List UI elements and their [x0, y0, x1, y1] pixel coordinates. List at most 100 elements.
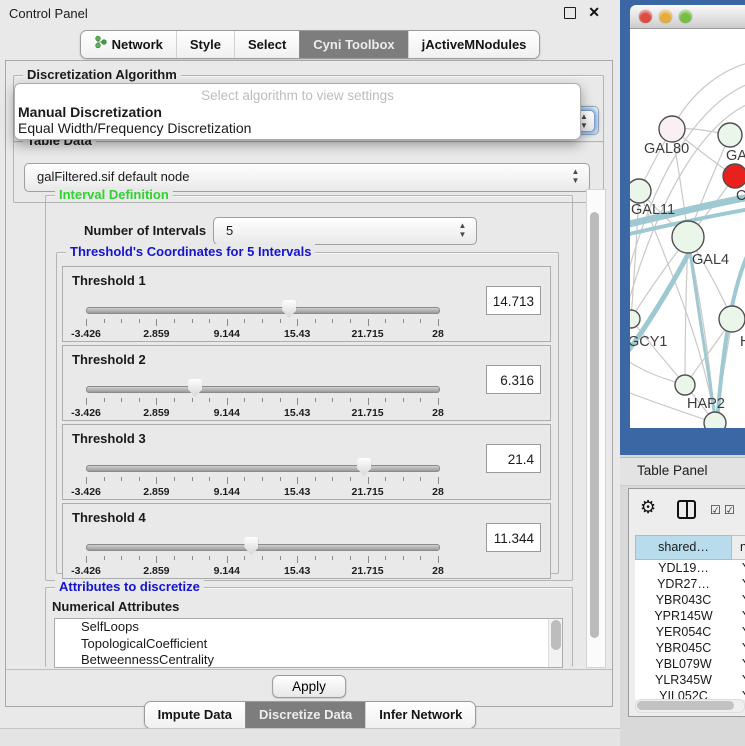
slider-tick-label: 21.715	[352, 486, 384, 498]
slider-track[interactable]	[86, 465, 440, 472]
column-header-shared-name[interactable]: shared…	[635, 535, 732, 560]
table-horizontal-scrollbar[interactable]	[635, 699, 745, 713]
table-row[interactable]: YBR045CYBR0	[635, 640, 745, 656]
attribute-item[interactable]: BetweennessCentrality	[55, 652, 562, 668]
tab-label: Infer Network	[379, 706, 462, 723]
gear-icon[interactable]: ⚙	[640, 497, 656, 518]
slider-tick	[315, 398, 316, 402]
table-row[interactable]: YBR043CYBR0	[635, 592, 745, 608]
slider-tick	[438, 319, 439, 326]
network-node[interactable]	[723, 164, 745, 188]
threshold-value-field[interactable]: 14.713	[486, 286, 541, 315]
network-node[interactable]	[659, 116, 685, 142]
cell-name: YDR2	[732, 576, 745, 592]
dropdown-option-manual[interactable]: Manual Discretization	[18, 104, 162, 120]
network-node[interactable]	[630, 179, 651, 203]
attribute-item[interactable]: SelfLoops	[55, 619, 562, 636]
network-window-titlebar	[630, 5, 745, 29]
slider-tick	[332, 556, 333, 560]
threshold-value-field[interactable]: 21.4	[486, 444, 541, 473]
node-label: GCY1	[630, 334, 668, 350]
tab-select[interactable]: Select	[234, 31, 299, 58]
top-tab-bar: NetworkStyleSelect Cyni Toolbox jActiveMNo…	[0, 30, 620, 59]
table-row[interactable]: YDL19…YDL1	[635, 560, 745, 576]
threshold-slider[interactable]: -3.4262.8599.14415.4321.71528	[86, 536, 438, 574]
float-icon[interactable]	[564, 7, 576, 19]
table-row[interactable]: YBL079WYBL0	[635, 656, 745, 672]
tab-network[interactable]: Network	[81, 31, 176, 58]
slider-tick	[350, 319, 351, 323]
table-row[interactable]: YDR27…YDR2	[635, 576, 745, 592]
apply-button[interactable]: Apply	[272, 675, 346, 698]
slider-tick	[209, 319, 210, 323]
threshold-value-field[interactable]: 11.344	[486, 523, 541, 552]
network-node[interactable]	[704, 412, 726, 428]
threshold-slider[interactable]: -3.4262.8599.14415.4321.71528	[86, 378, 438, 416]
tab-label: Cyni Toolbox	[313, 36, 394, 53]
slider-thumb[interactable]	[282, 300, 296, 318]
slider-tick-label: 28	[432, 407, 444, 419]
slider-track[interactable]	[86, 386, 440, 393]
node-label: GAL4	[692, 252, 729, 268]
slider-tick	[385, 398, 386, 402]
table-row[interactable]: YPR145WYPR1	[635, 608, 745, 624]
slider-tick	[244, 319, 245, 323]
slider-track[interactable]	[86, 544, 440, 551]
dropdown-prompt-item[interactable]: Select algorithm to view settings	[15, 88, 580, 103]
slider-tick-label: -3.426	[71, 407, 101, 419]
network-node[interactable]	[630, 310, 640, 328]
slider-tick	[104, 398, 105, 402]
minimize-traffic-light-icon[interactable]	[659, 10, 672, 23]
slider-tick	[139, 319, 140, 323]
num-intervals-combobox[interactable]: 5 ▲▼	[213, 217, 477, 245]
slider-thumb[interactable]	[357, 458, 371, 476]
slider-track[interactable]	[86, 307, 440, 314]
tab-cyni-toolbox[interactable]: Cyni Toolbox	[299, 31, 407, 58]
threshold-slider[interactable]: -3.4262.8599.14415.4321.71528	[86, 457, 438, 495]
group-title: Attributes to discretize	[55, 579, 204, 594]
threshold-slider[interactable]: -3.4262.8599.14415.4321.71528	[86, 299, 438, 337]
network-node[interactable]	[675, 375, 695, 395]
checkbox-icon[interactable]: ☑	[724, 503, 735, 517]
tab-style[interactable]: Style	[176, 31, 234, 58]
network-canvas[interactable]: GAL80GACGAL11GAL4GCY1HHAP2	[630, 29, 745, 428]
list-scrollbar[interactable]	[548, 619, 562, 667]
threshold-value-field[interactable]: 6.316	[486, 365, 541, 394]
tab-jactivemnodules[interactable]: jActiveMNodules	[408, 31, 540, 58]
network-node[interactable]	[718, 123, 742, 147]
group-title: Interval Definition	[55, 187, 173, 202]
attributes-list[interactable]: SelfLoopsTopologicalCoefficientBetweenne…	[54, 618, 563, 668]
network-view-window: GAL80GACGAL11GAL4GCY1HHAP2	[620, 0, 745, 455]
tab-infer-network[interactable]: Infer Network	[365, 702, 475, 728]
right-panel: GAL80GACGAL11GAL4GCY1HHAP2 Table Panel ⚙…	[620, 0, 745, 745]
column-header-name[interactable]: n	[732, 535, 745, 560]
scrollbar-thumb[interactable]	[637, 701, 734, 710]
network-node[interactable]	[672, 221, 704, 253]
network-node[interactable]	[719, 306, 745, 332]
attribute-item[interactable]: TopologicalCoefficient	[55, 636, 562, 653]
slider-tick	[174, 477, 175, 481]
threshold-label: Threshold 3	[72, 431, 146, 446]
attributes-group: Attributes to discretize Numerical Attri…	[45, 587, 573, 667]
slider-tick	[280, 477, 281, 481]
close-traffic-light-icon[interactable]	[639, 10, 652, 23]
dropdown-option-equal-width[interactable]: Equal Width/Frequency Discretization	[18, 120, 251, 136]
slider-tick	[350, 556, 351, 560]
zoom-traffic-light-icon[interactable]	[679, 10, 692, 23]
slider-thumb[interactable]	[188, 379, 202, 397]
slider-tick-label: 15.43	[284, 328, 310, 340]
slider-tick	[174, 398, 175, 402]
slider-thumb[interactable]	[244, 537, 258, 555]
tab-discretize-data[interactable]: Discretize Data	[245, 702, 365, 728]
num-intervals-value: 5	[214, 218, 476, 243]
tab-impute-data[interactable]: Impute Data	[145, 702, 245, 728]
columns-icon[interactable]	[677, 500, 696, 519]
network-edge	[631, 319, 685, 385]
table-row[interactable]: YLR345WYLR3	[635, 672, 745, 688]
slider-tick	[385, 556, 386, 560]
close-icon[interactable]: ✕	[588, 4, 600, 21]
checkbox-icon[interactable]: ☑	[710, 503, 721, 517]
table-row[interactable]: YER054CYER0	[635, 624, 745, 640]
scrollbar-thumb[interactable]	[590, 212, 599, 638]
settings-vertical-scrollbar[interactable]	[586, 189, 606, 668]
